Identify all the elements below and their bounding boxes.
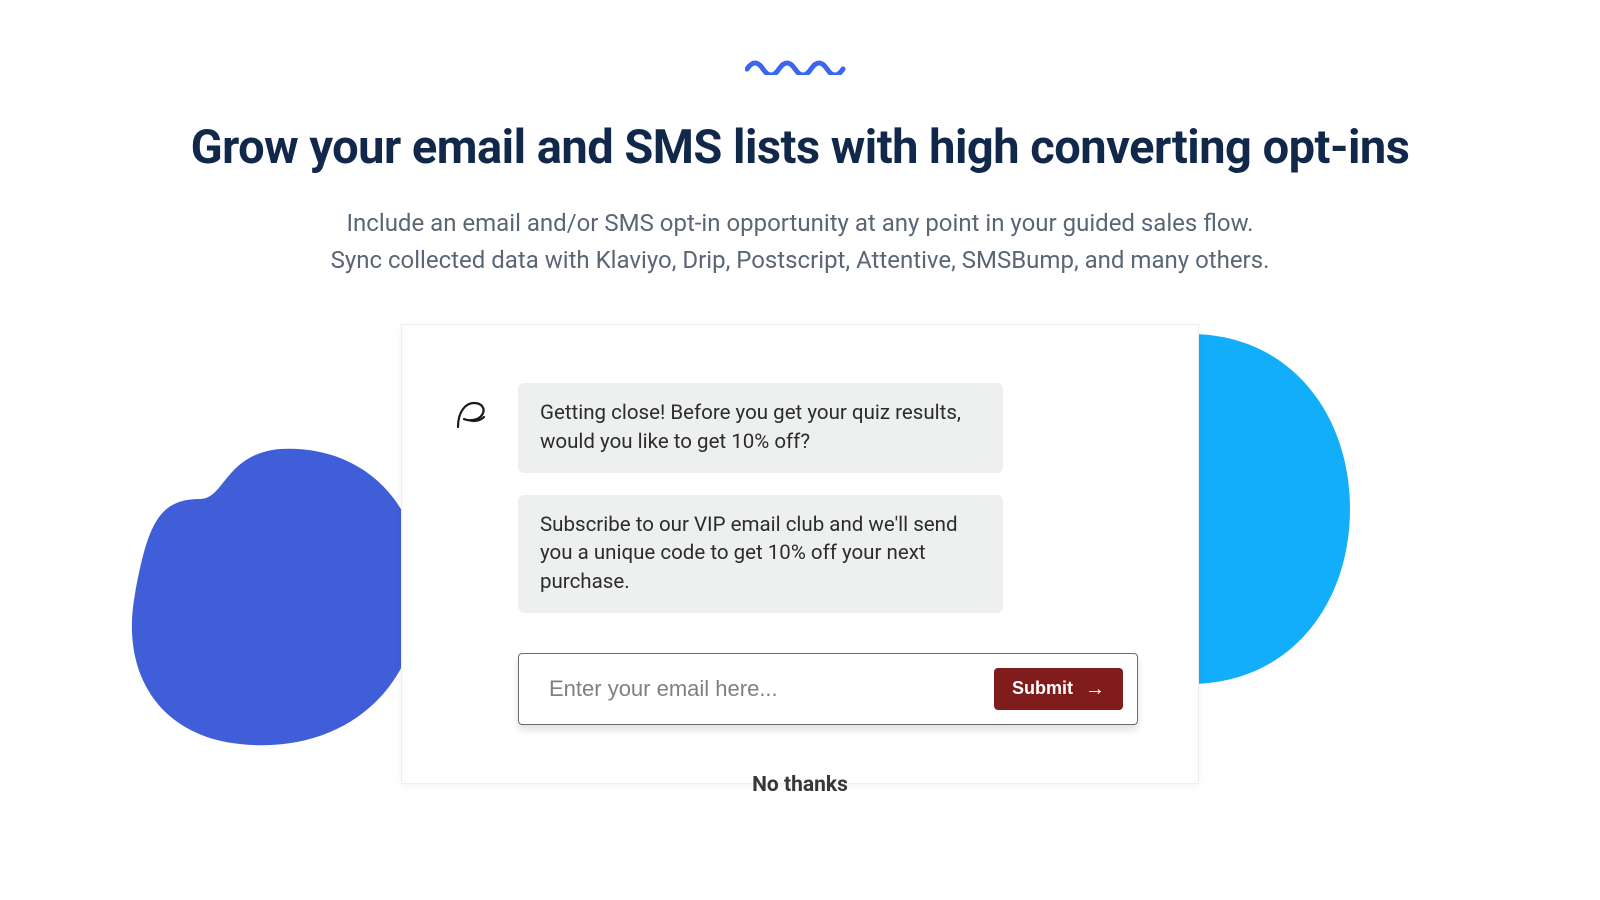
chat-bubbles: Getting close! Before you get your quiz …: [518, 383, 1148, 612]
chat-bubble-1: Getting close! Before you get your quiz …: [518, 383, 1003, 472]
email-capture-row: Submit →: [518, 653, 1138, 725]
blob-left-decoration: [130, 444, 430, 754]
avatar: [452, 397, 490, 435]
optin-card: Getting close! Before you get your quiz …: [401, 324, 1199, 784]
chat-bubble-2: Subscribe to our VIP email club and we'l…: [518, 495, 1003, 613]
chat-row: Getting close! Before you get your quiz …: [452, 383, 1148, 612]
subheading-line1: Include an email and/or SMS opt-in oppor…: [347, 209, 1254, 237]
submit-label: Submit: [1012, 678, 1073, 699]
arrow-right-icon: →: [1085, 679, 1105, 699]
avatar-icon: [452, 397, 490, 435]
submit-button[interactable]: Submit →: [994, 668, 1123, 710]
page-subheading: Include an email and/or SMS opt-in oppor…: [0, 205, 1600, 279]
squiggle-decoration: [0, 0, 1600, 75]
subheading-line2: Sync collected data with Klaviyo, Drip, …: [331, 246, 1270, 274]
no-thanks-link[interactable]: No thanks: [452, 773, 1148, 797]
demo-stage: Getting close! Before you get your quiz …: [0, 324, 1600, 844]
email-input[interactable]: [549, 676, 994, 702]
squiggle-icon: [745, 55, 855, 75]
page-heading: Grow your email and SMS lists with high …: [0, 120, 1600, 175]
